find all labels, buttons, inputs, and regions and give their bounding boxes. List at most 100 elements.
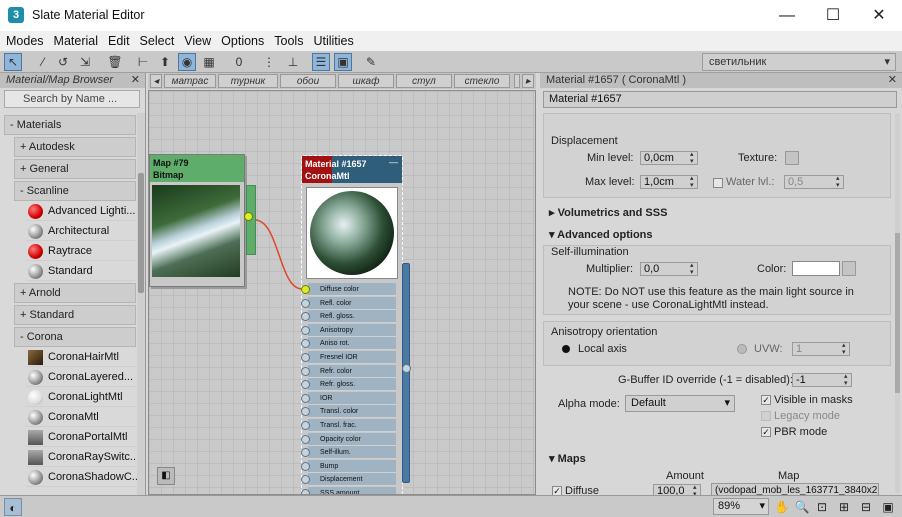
uvw-radio[interactable] [737, 344, 747, 354]
close-icon[interactable]: ✕ [131, 73, 140, 88]
uvw-spinner[interactable]: 1 [792, 342, 850, 356]
tab-view[interactable]: стекло [454, 74, 510, 88]
pick-material-icon[interactable]: ⁄ [34, 53, 52, 71]
material-slot[interactable]: Bump [301, 459, 396, 473]
navigation-icon[interactable]: ◧ [157, 467, 175, 485]
slot-socket-dot[interactable] [301, 461, 310, 471]
slot-socket-dot[interactable] [301, 407, 310, 417]
slot-socket-dot[interactable] [301, 434, 310, 444]
water-level-checkbox[interactable] [713, 178, 723, 188]
material-slot[interactable]: Transl. color [301, 405, 396, 419]
put-material-icon[interactable]: ↺ [54, 53, 72, 71]
slot-socket-dot[interactable] [301, 312, 310, 322]
slot-socket-dot[interactable] [301, 380, 310, 390]
material-slot[interactable]: Self-illum. [301, 446, 396, 460]
zoom-region-icon[interactable]: ⊡ [813, 498, 831, 516]
menu-edit[interactable]: Edit [102, 31, 134, 50]
zoom-dropdown[interactable]: 89% ▾ [713, 498, 769, 515]
list-item[interactable]: Standard [26, 261, 136, 281]
select-by-material-icon[interactable]: ✎ [362, 53, 380, 71]
show-background-icon[interactable]: ▦ [200, 53, 218, 71]
menu-utilities[interactable]: Utilities [307, 31, 357, 50]
slot-socket-dot[interactable] [301, 353, 310, 362]
hide-unused-icon[interactable]: ⬆ [156, 53, 174, 71]
tab-view[interactable]: турник [218, 74, 278, 88]
pan-hand-icon[interactable]: ✋ [773, 498, 791, 516]
node-minimize-icon[interactable]: — [389, 157, 398, 167]
legacy-mode-checkbox[interactable] [761, 411, 771, 421]
menu-view[interactable]: View [178, 31, 215, 50]
zoom-extents-selected-icon[interactable]: ⊟ [857, 498, 875, 516]
tab-view[interactable]: матрас [164, 74, 216, 88]
slot-socket-dot[interactable] [301, 339, 310, 349]
slot-socket-dot[interactable] [301, 448, 310, 458]
material-id-icon[interactable]: 0 [230, 53, 248, 71]
output-socket-dot[interactable] [244, 212, 253, 221]
material-node[interactable]: Material #1657 CoronaMtl — Diffuse color Re… [301, 155, 411, 494]
list-item[interactable]: CoronaHairMtl [26, 347, 136, 367]
pan-to-selected-icon[interactable]: ▣ [879, 498, 897, 516]
tab-scroll-left-icon[interactable]: ◂ [150, 74, 162, 88]
parameter-editor-icon[interactable]: ▣ [334, 53, 352, 71]
slot-socket-dot[interactable] [301, 393, 310, 403]
volumetrics-rollout[interactable]: ▸ Volumetrics and SSS [543, 205, 891, 222]
scrollbar-thumb[interactable] [138, 173, 144, 293]
material-slot[interactable]: Fresnel IOR [301, 351, 396, 364]
list-item[interactable]: CoronaPortalMtl [26, 427, 136, 447]
material-slot[interactable]: Refr. gloss. [301, 378, 396, 392]
group-autodesk[interactable]: + Autodesk [14, 137, 136, 157]
tab-scroll-right-icon[interactable]: ▸ [522, 74, 534, 88]
delete-icon[interactable]: 🗑 [106, 53, 124, 71]
group-standard[interactable]: + Standard [14, 305, 136, 325]
slot-socket-dot[interactable] [301, 421, 310, 430]
node-view-canvas[interactable]: Map #79 Bitmap Material #1657 CoronaMtl — D… [148, 90, 536, 495]
material-slot[interactable]: Displacement [301, 473, 396, 487]
material-slot[interactable]: Refl. color [301, 296, 396, 310]
bitmap-node[interactable]: Map #79 Bitmap [149, 154, 256, 287]
show-map-icon[interactable]: ◉ [178, 53, 196, 71]
visible-in-masks-checkbox[interactable]: ✓ [761, 395, 771, 405]
scrollbar-thumb[interactable] [895, 233, 900, 393]
list-item[interactable]: Advanced Lighti... [26, 201, 136, 221]
list-item[interactable]: CoronaRaySwitc... [26, 447, 138, 467]
group-scanline[interactable]: - Scanline [14, 181, 136, 201]
list-item[interactable]: CoronaShadowC... [26, 467, 138, 487]
slot-socket-dot[interactable] [301, 285, 310, 294]
tab-view[interactable]: шкаф [338, 74, 394, 88]
link-wire[interactable] [254, 219, 303, 290]
assign-material-icon[interactable]: ⇲ [76, 53, 94, 71]
slot-socket-dot[interactable] [301, 298, 310, 308]
list-item[interactable]: CoronaLayered... [26, 367, 136, 387]
browser-scrollbar[interactable] [137, 113, 145, 495]
multiplier-spinner[interactable]: 0,0 [640, 262, 698, 276]
material-slot[interactable]: IOR [301, 391, 396, 405]
maximize-icon[interactable]: ☐ [810, 0, 856, 31]
material-slot[interactable]: Refr. color [301, 364, 396, 378]
group-arnold[interactable]: + Arnold [14, 283, 136, 303]
search-input[interactable]: Search by Name ... [4, 90, 140, 108]
list-item[interactable]: Architectural [26, 221, 136, 241]
menu-tools[interactable]: Tools [268, 31, 307, 50]
layout-children-icon[interactable]: ⊥ [284, 53, 302, 71]
slot-socket-dot[interactable] [301, 325, 310, 335]
list-item[interactable]: CoronaLightMtl [26, 387, 136, 407]
output-socket-dot[interactable] [402, 364, 411, 373]
max-level-spinner[interactable]: 1,0cm [640, 175, 698, 189]
menu-options[interactable]: Options [215, 31, 268, 50]
list-item[interactable]: CoronaMtl [26, 407, 136, 427]
material-map-browser-icon[interactable]: ☰ [312, 53, 330, 71]
list-item[interactable]: Raytrace [26, 241, 136, 261]
material-slot[interactable]: SSS amount [301, 487, 396, 494]
texture-map-button[interactable] [785, 151, 799, 165]
zoom-extents-icon[interactable]: ⊞ [835, 498, 853, 516]
alpha-mode-dropdown[interactable]: Default ▾ [625, 395, 735, 412]
zoom-icon[interactable]: 🔍 [793, 498, 811, 516]
bitmap-output-socket[interactable] [244, 185, 256, 255]
minimize-icon[interactable]: — [764, 0, 810, 31]
menu-select[interactable]: Select [134, 31, 179, 50]
self-illum-color-swatch[interactable] [792, 261, 840, 276]
material-slot[interactable]: Transl. frac. [301, 419, 396, 432]
material-slot[interactable]: Anisotropy [301, 323, 396, 337]
param-scrollbar[interactable] [895, 113, 900, 493]
local-axis-radio[interactable] [562, 345, 570, 353]
